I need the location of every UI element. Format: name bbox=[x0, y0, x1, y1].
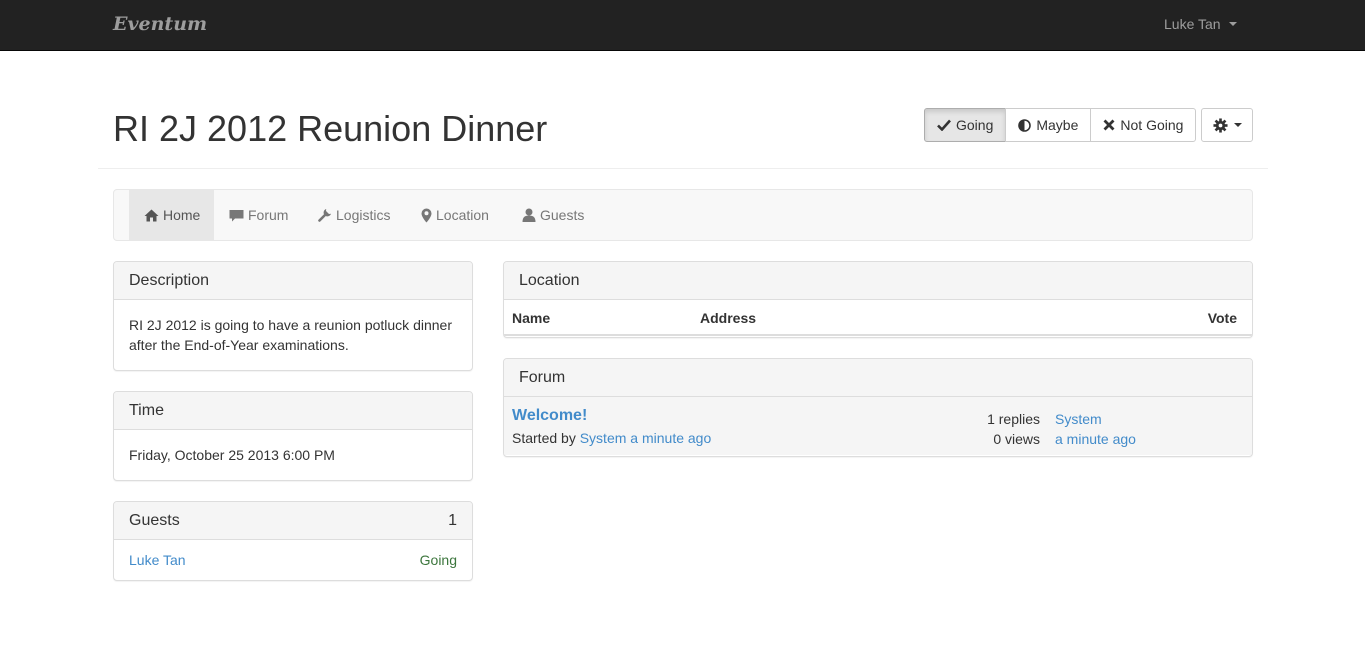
description-body: RI 2J 2012 is going to have a reunion po… bbox=[114, 300, 472, 370]
time-panel: Time Friday, October 25 2013 6:00 PM bbox=[113, 391, 473, 481]
description-text-line1: RI 2J 2012 is going to have a reunion po… bbox=[129, 317, 452, 333]
description-panel-heading: Description bbox=[114, 262, 472, 300]
guests-heading: Guests bbox=[129, 511, 180, 529]
location-table-header: Name Address Vote bbox=[504, 300, 1252, 336]
forum-topic-stats: 1 replies 0 views bbox=[987, 409, 1040, 449]
description-text-line2: after the End-of-Year examinations. bbox=[129, 337, 349, 353]
caret-down-icon bbox=[1233, 123, 1242, 127]
location-panel-heading: Location bbox=[504, 262, 1252, 300]
user-menu-dropdown[interactable]: Luke Tan bbox=[1164, 16, 1237, 32]
location-col-name: Name bbox=[512, 310, 551, 326]
tab-logistics-label: Logistics bbox=[336, 207, 391, 223]
maybe-button-label: Maybe bbox=[1036, 117, 1079, 133]
header-divider bbox=[98, 168, 1268, 169]
guest-name-link[interactable]: Luke Tan bbox=[129, 550, 186, 570]
time-panel-heading: Time bbox=[114, 392, 472, 430]
map-marker-icon bbox=[421, 208, 432, 222]
user-menu-label: Luke Tan bbox=[1164, 16, 1221, 32]
guest-status: Going bbox=[419, 552, 457, 568]
tab-guests-label: Guests bbox=[540, 207, 585, 223]
guests-panel-heading: Guests 1 bbox=[114, 502, 472, 540]
forum-topic-started: Started by System a minute ago bbox=[512, 430, 711, 446]
topic-started-time-link[interactable]: a minute ago bbox=[630, 430, 711, 446]
user-icon bbox=[522, 208, 536, 222]
check-icon bbox=[937, 119, 951, 131]
location-col-address: Address bbox=[700, 310, 757, 326]
comment-icon bbox=[229, 209, 244, 221]
time-heading: Time bbox=[129, 401, 164, 419]
forum-panel: Forum Welcome! Started by System a minut… bbox=[503, 358, 1253, 457]
not-going-button-label: Not Going bbox=[1120, 117, 1184, 133]
tab-guests[interactable]: Guests bbox=[507, 190, 599, 240]
description-panel: Description RI 2J 2012 is going to have … bbox=[113, 261, 473, 371]
top-navbar: Eventum Luke Tan bbox=[0, 0, 1365, 51]
forum-heading: Forum bbox=[519, 368, 566, 386]
maybe-button[interactable]: Maybe bbox=[1005, 108, 1092, 142]
forum-topic-row: Welcome! Started by System a minute ago … bbox=[504, 397, 1252, 455]
tab-home[interactable]: Home bbox=[129, 190, 214, 240]
going-button[interactable]: Going bbox=[924, 108, 1007, 142]
gear-icon bbox=[1212, 117, 1228, 133]
half-circle-icon bbox=[1018, 118, 1032, 132]
guests-count-badge: 1 bbox=[448, 511, 457, 529]
home-icon bbox=[144, 209, 159, 221]
last-post-time-link[interactable]: a minute ago bbox=[1055, 429, 1136, 449]
forum-panel-heading: Forum bbox=[504, 359, 1252, 397]
tab-location-label: Location bbox=[436, 207, 489, 223]
going-button-label: Going bbox=[956, 117, 994, 133]
tab-forum-label: Forum bbox=[248, 207, 289, 223]
topic-replies-count: 1 replies bbox=[987, 411, 1040, 427]
description-heading: Description bbox=[129, 271, 210, 289]
event-time-value: Friday, October 25 2013 6:00 PM bbox=[129, 447, 335, 463]
not-going-button[interactable]: Not Going bbox=[1090, 108, 1197, 142]
guest-list-item: Luke Tan Going bbox=[114, 540, 472, 580]
location-heading: Location bbox=[519, 271, 580, 289]
rsvp-button-group: Going Maybe Not Going bbox=[924, 108, 1197, 142]
last-post-author-link[interactable]: System bbox=[1055, 409, 1136, 429]
caret-down-icon bbox=[1228, 22, 1237, 26]
started-by-label: Started by bbox=[512, 430, 576, 446]
time-body: Friday, October 25 2013 6:00 PM bbox=[114, 430, 472, 480]
location-panel: Location Name Address Vote bbox=[503, 261, 1253, 338]
tab-location[interactable]: Location bbox=[406, 190, 504, 240]
topic-author-link[interactable]: System bbox=[580, 430, 627, 446]
wrench-icon bbox=[318, 209, 331, 222]
tab-logistics[interactable]: Logistics bbox=[303, 190, 405, 240]
settings-dropdown-button[interactable] bbox=[1201, 108, 1253, 142]
guests-panel: Guests 1 Luke Tan Going bbox=[113, 501, 473, 581]
event-tabs-bar: Home Forum Logistics Location Guests bbox=[113, 189, 1253, 241]
x-icon bbox=[1103, 119, 1115, 131]
tab-home-label: Home bbox=[163, 207, 201, 223]
forum-topic-last-post: System a minute ago bbox=[1055, 409, 1136, 449]
brand-logo[interactable]: Eventum bbox=[113, 13, 207, 35]
topic-views-count: 0 views bbox=[993, 431, 1040, 447]
page-title: RI 2J 2012 Reunion Dinner bbox=[113, 108, 548, 149]
forum-topic-title-link[interactable]: Welcome! bbox=[512, 407, 587, 425]
location-col-vote: Vote bbox=[1207, 310, 1237, 326]
tab-forum[interactable]: Forum bbox=[214, 190, 303, 240]
